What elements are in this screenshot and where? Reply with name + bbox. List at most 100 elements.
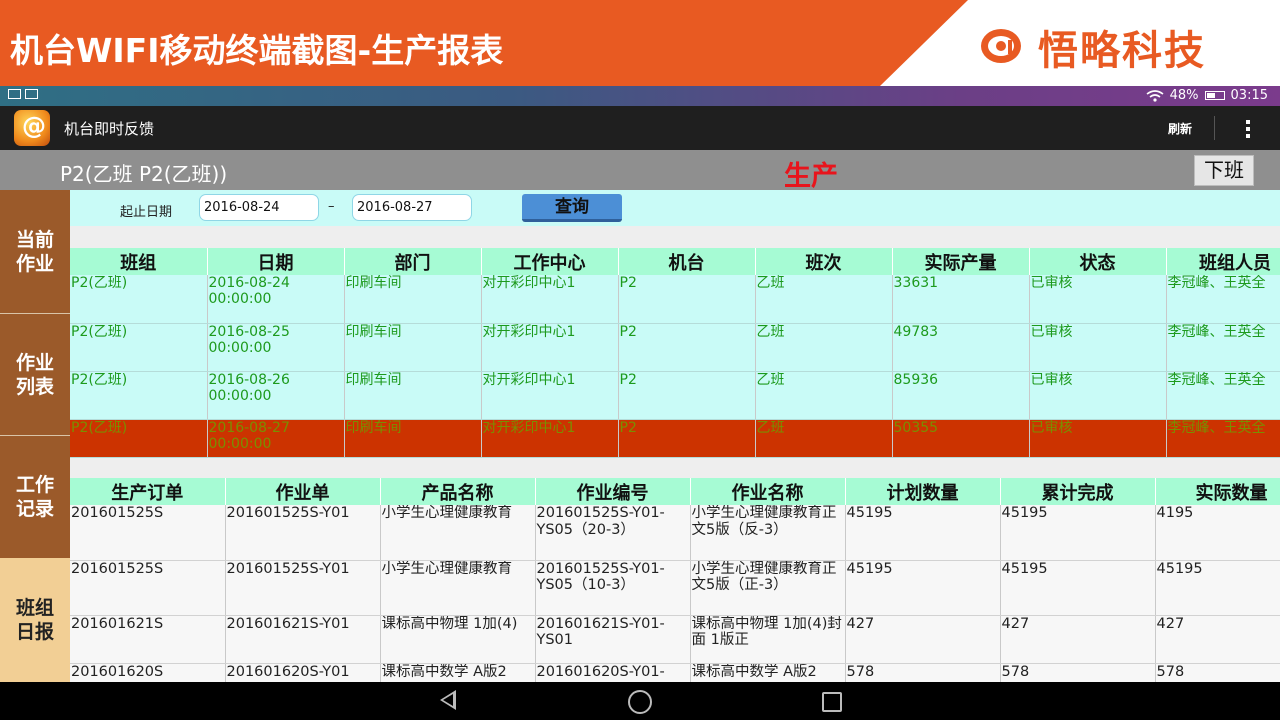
cell-cumulative: 45195 xyxy=(1000,505,1156,561)
nav-job-list[interactable]: 作业列表 xyxy=(0,314,70,436)
table-row[interactable]: P2(乙班) 2016-08-26 00:00:00 印刷车间 对开彩印中心1 P… xyxy=(70,371,1280,420)
cell-date-time: 00:00:00 xyxy=(208,339,272,356)
cell-output: 33631 xyxy=(892,275,1030,324)
off-duty-button[interactable]: 下班 xyxy=(1194,155,1254,186)
cell-center: 对开彩印中心1 xyxy=(481,323,619,372)
table-row[interactable]: 201601525S 201601525S-Y01 小学生心理健康教育 2016… xyxy=(70,560,1280,616)
battery-percent: 48% xyxy=(1169,88,1199,103)
start-date-input[interactable]: 2016-08-24 xyxy=(199,194,319,221)
cell-shift: 乙班 xyxy=(755,323,893,372)
column-header[interactable]: 班组人员 xyxy=(1166,248,1280,275)
back-icon[interactable] xyxy=(440,690,456,710)
column-header[interactable]: 作业单 xyxy=(225,478,381,505)
column-header[interactable]: 部门 xyxy=(344,248,482,275)
column-header[interactable]: 作业名称 xyxy=(690,478,846,505)
cell-date-day: 2016-08-24 xyxy=(208,275,290,291)
table-row[interactable]: P2(乙班) 2016-08-25 00:00:00 印刷车间 对开彩印中心1 P… xyxy=(70,323,1280,372)
nav-work-record[interactable]: 工作记录 xyxy=(0,436,70,558)
table-row[interactable]: P2(乙班) 2016-08-24 00:00:00 印刷车间 对开彩印中心1 P… xyxy=(70,275,1280,324)
notification-icons xyxy=(8,89,38,99)
nav-label: 工作记录 xyxy=(15,474,54,520)
column-header[interactable]: 计划数量 xyxy=(845,478,1001,505)
date-filter: 起止日期 2016-08-24 – 2016-08-27 查询 xyxy=(70,190,1280,226)
cell-job: 201601525S-Y01 xyxy=(225,505,381,561)
table-row-selected[interactable]: P2(乙班) 2016-08-27 00:00:00 印刷车间 对开彩印中心1 P… xyxy=(70,419,1280,458)
battery-icon xyxy=(1204,91,1225,100)
detail-table: 生产订单 作业单 产品名称 作业编号 作业名称 计划数量 累计完成 实际数量 2… xyxy=(70,478,1280,682)
column-header[interactable]: 累计完成 xyxy=(1000,478,1156,505)
cell-status: 已审核 xyxy=(1029,419,1167,458)
more-vertical-icon[interactable] xyxy=(1242,118,1254,140)
cell-date-time: 00:00:00 xyxy=(208,291,272,307)
cell-planned: 45195 xyxy=(845,560,1001,616)
cell-product: 课标高中物理 1加(4) xyxy=(380,615,536,664)
cell-team: P2(乙班) xyxy=(70,371,208,420)
cell-date-day: 2016-08-26 xyxy=(208,371,290,388)
machine-name: P2(乙班 P2(乙班)) xyxy=(60,162,228,186)
column-header[interactable]: 班次 xyxy=(755,248,893,275)
nav-current-job[interactable]: 当前作业 xyxy=(0,190,70,314)
cell-actual: 578 xyxy=(1155,663,1280,682)
cell-product: 小学生心理健康教育 xyxy=(380,560,536,616)
cell-job-no: 201601525S-Y01-YS05（10-3） xyxy=(535,560,691,616)
nav-label: 班组日报 xyxy=(15,597,54,643)
date-separator: – xyxy=(328,199,335,214)
status-bar: 48% 03:15 xyxy=(0,86,1280,106)
column-header[interactable]: 实际产量 xyxy=(892,248,1030,275)
cell-center: 对开彩印中心1 xyxy=(481,275,619,324)
system-nav-bar xyxy=(0,682,1280,720)
cell-dept: 印刷车间 xyxy=(344,371,482,420)
cell-team: P2(乙班) xyxy=(70,275,208,324)
cell-output: 85936 xyxy=(892,371,1030,420)
cell-job: 201601525S-Y01 xyxy=(225,560,381,616)
cell-product: 课标高中数学 A版2 xyxy=(380,663,536,682)
detail-header-row: 生产订单 作业单 产品名称 作业编号 作业名称 计划数量 累计完成 实际数量 xyxy=(70,478,1280,505)
clock: 03:15 xyxy=(1230,88,1268,103)
column-header[interactable]: 实际数量 xyxy=(1155,478,1280,505)
query-button[interactable]: 查询 xyxy=(522,194,622,222)
column-header[interactable]: 状态 xyxy=(1029,248,1167,275)
column-header[interactable]: 机台 xyxy=(618,248,756,275)
cell-planned: 45195 xyxy=(845,505,1001,561)
cell-actual: 45195 xyxy=(1155,560,1280,616)
column-header[interactable]: 日期 xyxy=(207,248,345,275)
column-header[interactable]: 作业编号 xyxy=(535,478,691,505)
cell-status: 已审核 xyxy=(1029,371,1167,420)
image-icon xyxy=(8,89,21,99)
column-header[interactable]: 班组 xyxy=(70,248,208,275)
cell-order: 201601621S xyxy=(70,615,226,664)
cell-members: 李冠峰、王英全 xyxy=(1166,419,1280,458)
app-icon xyxy=(14,110,50,146)
report-content: 起止日期 2016-08-24 – 2016-08-27 查询 班组 日期 部门… xyxy=(70,190,1280,682)
cell-job-no: 201601621S-Y01-YS01 xyxy=(535,615,691,664)
cell-output: 49783 xyxy=(892,323,1030,372)
column-header[interactable]: 产品名称 xyxy=(380,478,536,505)
nav-team-daily[interactable]: 班组日报 xyxy=(0,558,70,682)
cell-date: 2016-08-26 00:00:00 xyxy=(207,371,345,420)
cell-dept: 印刷车间 xyxy=(344,275,482,324)
cell-actual: 427 xyxy=(1155,615,1280,664)
cell-actual: 4195 xyxy=(1155,505,1280,561)
cell-status: 已审核 xyxy=(1029,275,1167,324)
table-row[interactable]: 201601620S 201601620S-Y01 课标高中数学 A版2 201… xyxy=(70,663,1280,682)
cell-order: 201601620S xyxy=(70,663,226,682)
recent-apps-icon[interactable] xyxy=(822,692,842,712)
refresh-button[interactable]: 刷新 xyxy=(1168,120,1192,137)
cell-machine: P2 xyxy=(618,371,756,420)
end-date-input[interactable]: 2016-08-27 xyxy=(352,194,472,221)
cell-job-no: 201601620S-Y01- xyxy=(535,663,691,682)
banner-title: 机台WIFI移动终端截图-生产报表 xyxy=(10,31,504,70)
cell-order: 201601525S xyxy=(70,560,226,616)
machine-header: P2(乙班 P2(乙班)) 生产 下班 xyxy=(0,150,1280,192)
home-icon[interactable] xyxy=(628,690,652,714)
cell-cumulative: 427 xyxy=(1000,615,1156,664)
column-header[interactable]: 工作中心 xyxy=(481,248,619,275)
left-nav: 当前作业 作业列表 工作记录 班组日报 xyxy=(0,190,70,682)
nav-label: 当前作业 xyxy=(15,228,54,275)
mode-label: 生产 xyxy=(784,161,838,192)
column-header[interactable]: 生产订单 xyxy=(70,478,226,505)
table-row[interactable]: 201601621S 201601621S-Y01 课标高中物理 1加(4) 2… xyxy=(70,615,1280,664)
brand-name: 悟略科技 xyxy=(1038,28,1206,74)
table-row[interactable]: 201601525S 201601525S-Y01 小学生心理健康教育 2016… xyxy=(70,505,1280,561)
cell-job-no: 201601525S-Y01-YS05（20-3） xyxy=(535,505,691,561)
